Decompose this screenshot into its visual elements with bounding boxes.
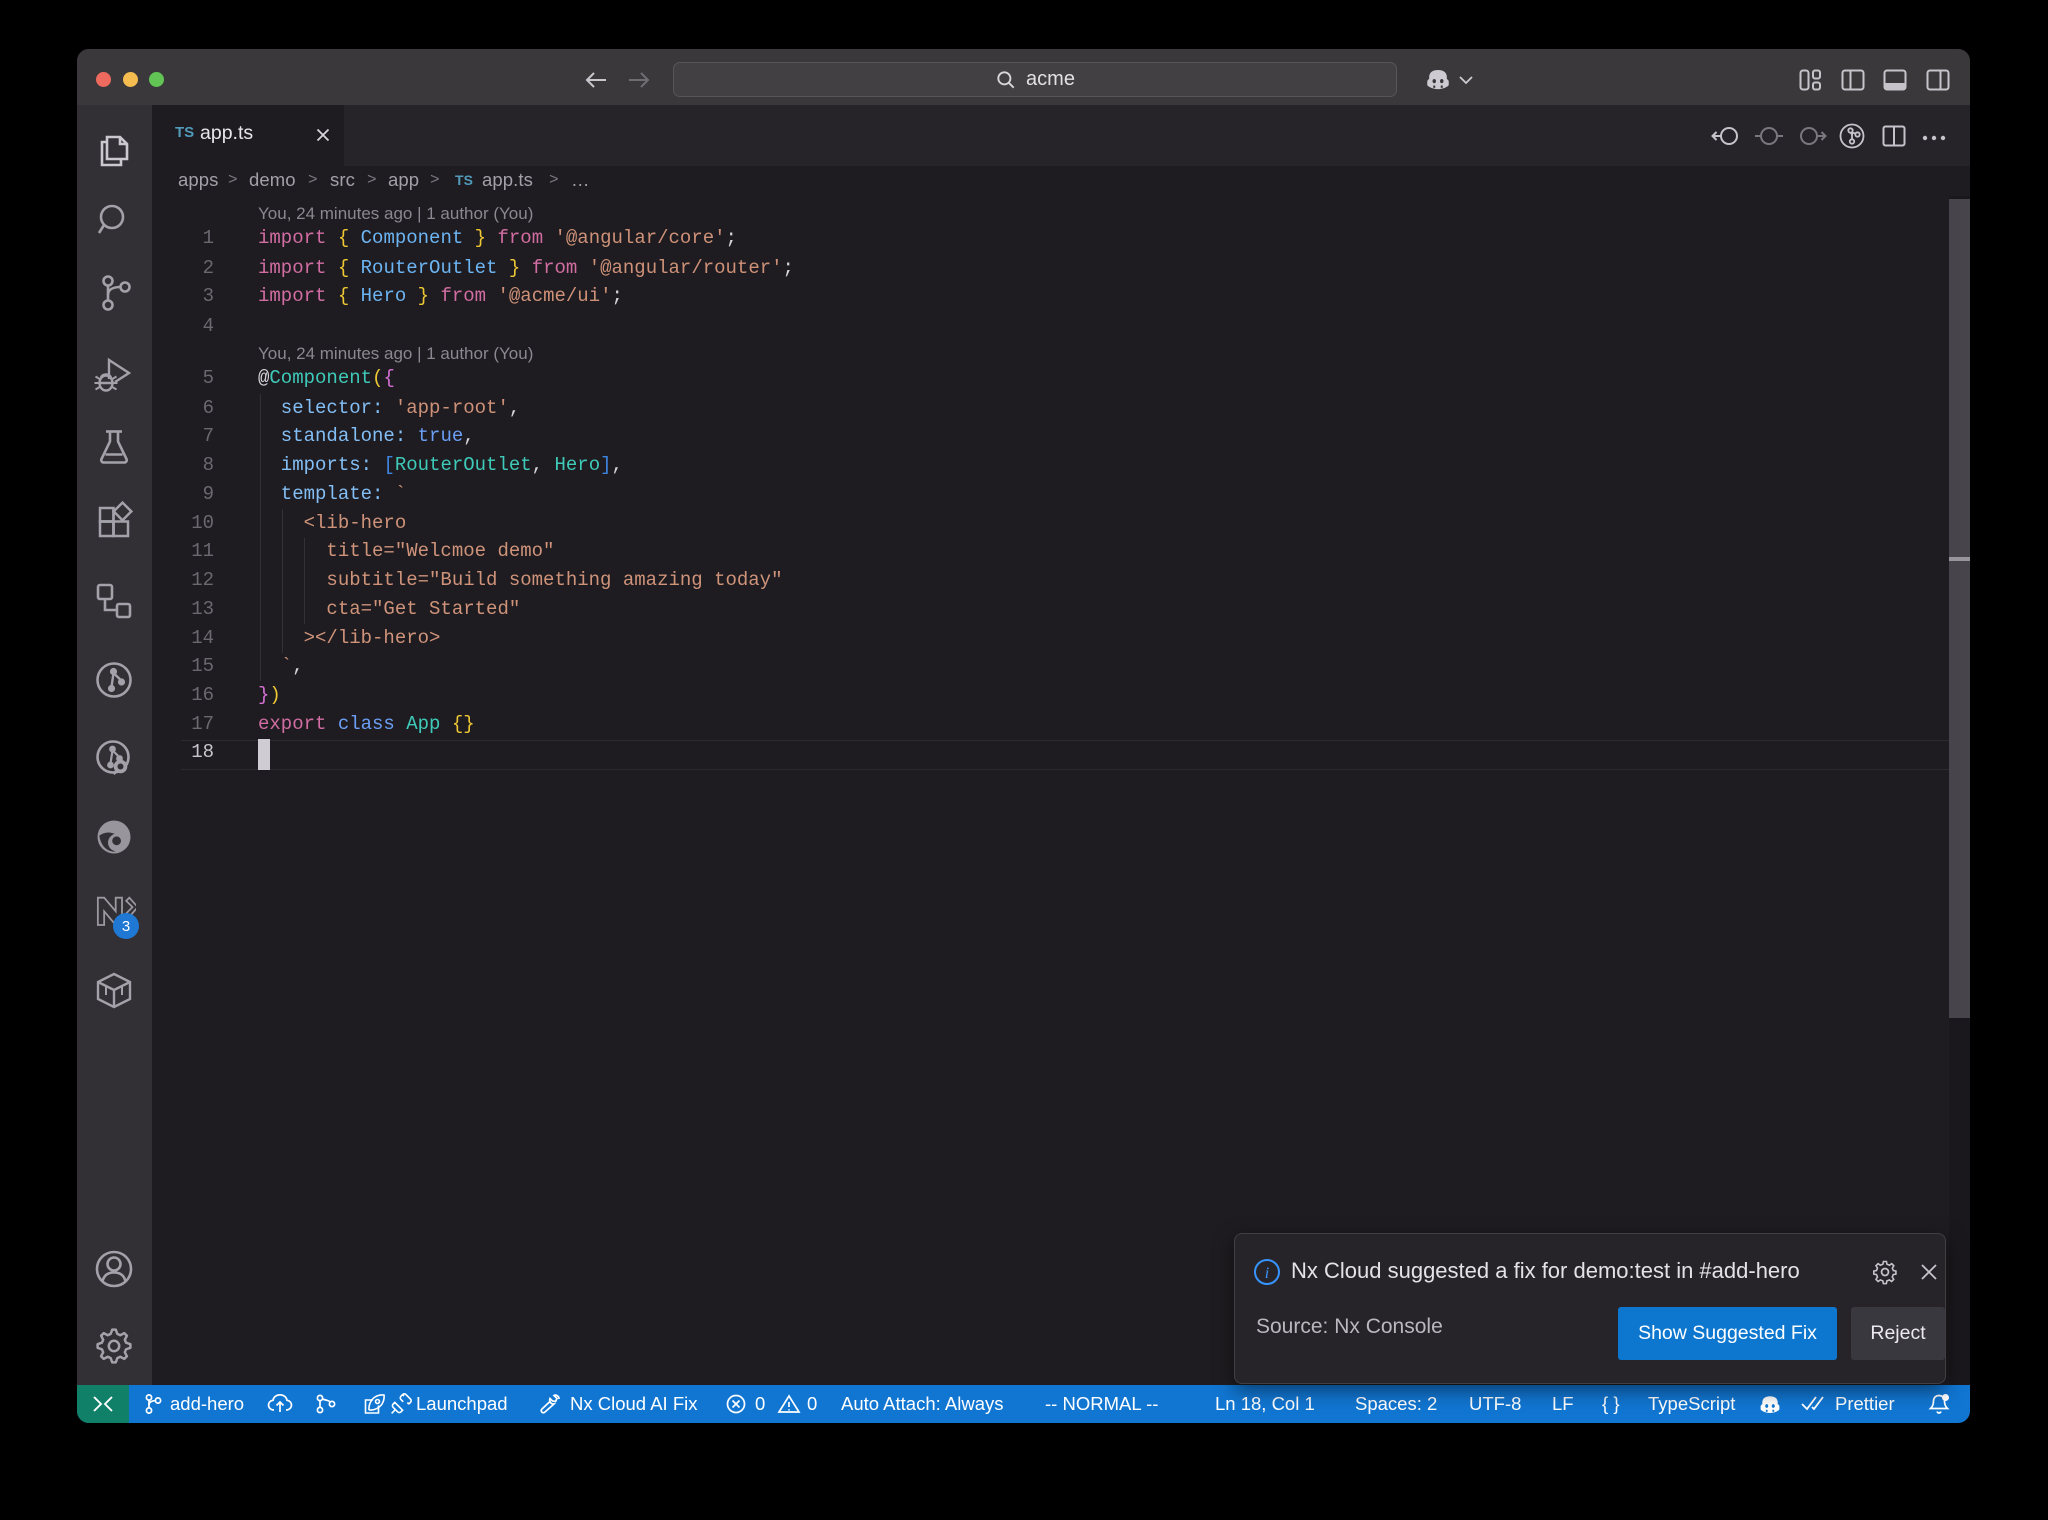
svg-text:i: i [1265,1265,1269,1282]
